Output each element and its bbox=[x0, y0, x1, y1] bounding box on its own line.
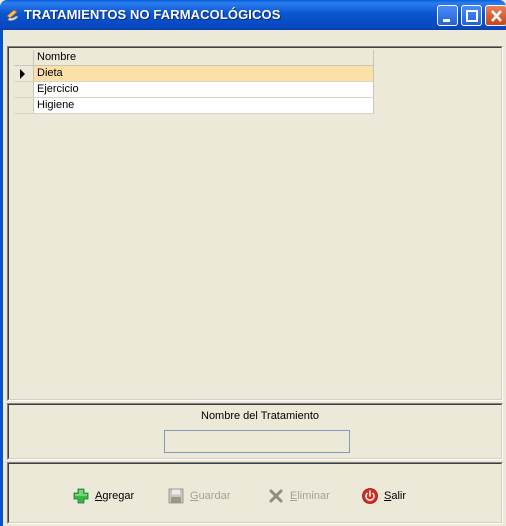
save-label: uardar bbox=[198, 490, 231, 502]
grid-cell-nombre[interactable]: Higiene bbox=[34, 98, 374, 114]
minimize-icon bbox=[443, 19, 450, 22]
save-icon bbox=[168, 488, 184, 504]
treatment-name-label: Nombre del Tratamiento bbox=[201, 410, 319, 422]
minimize-button[interactable] bbox=[437, 5, 458, 26]
exit-button[interactable]: Salir bbox=[361, 486, 406, 506]
treatments-grid[interactable]: Nombre Dieta Ejercicio Higiene bbox=[14, 50, 374, 114]
add-button[interactable]: Agregar bbox=[72, 486, 134, 506]
grid-cell-nombre[interactable]: Ejercicio bbox=[34, 82, 374, 98]
exit-label: alir bbox=[391, 490, 407, 502]
table-row[interactable]: Dieta bbox=[14, 66, 374, 82]
close-icon bbox=[491, 10, 502, 22]
save-button[interactable]: Guardar bbox=[167, 486, 230, 506]
title-bar[interactable]: TRATAMIENTOS NO FARMACOLÓGICOS bbox=[0, 0, 506, 30]
column-header-nombre[interactable]: Nombre bbox=[34, 50, 374, 66]
close-button[interactable] bbox=[485, 5, 506, 26]
delete-button[interactable]: Eliminar bbox=[267, 486, 330, 506]
row-pointer-icon bbox=[20, 69, 25, 79]
add-icon bbox=[73, 488, 89, 504]
maximize-icon bbox=[466, 10, 478, 22]
table-row[interactable]: Ejercicio bbox=[14, 82, 374, 98]
maximize-button[interactable] bbox=[461, 5, 482, 26]
window-title: TRATAMIENTOS NO FARMACOLÓGICOS bbox=[24, 7, 281, 22]
save-accel: G bbox=[190, 490, 199, 502]
power-icon bbox=[362, 488, 378, 504]
treatment-name-input[interactable] bbox=[164, 430, 350, 453]
grid-header: Nombre bbox=[14, 50, 374, 66]
window-frame bbox=[0, 30, 3, 526]
delete-icon bbox=[269, 489, 283, 503]
grid-cell-nombre[interactable]: Dieta bbox=[34, 66, 374, 82]
app-icon bbox=[6, 9, 19, 21]
table-row[interactable]: Higiene bbox=[14, 98, 374, 114]
add-label: gregar bbox=[102, 490, 135, 502]
delete-label: liminar bbox=[297, 490, 330, 502]
